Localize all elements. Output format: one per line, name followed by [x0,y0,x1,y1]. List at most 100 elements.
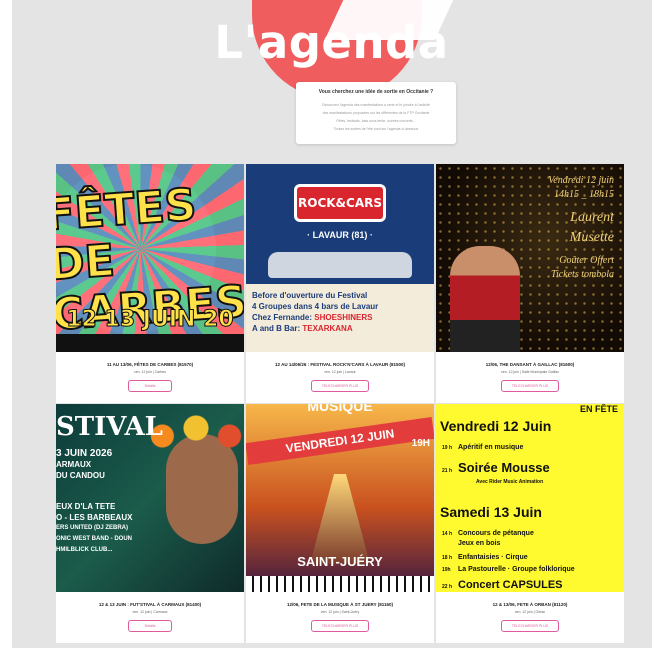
poster-line: DU CANDOU [56,471,105,480]
event-poster[interactable]: EN FÊTE Vendredi 12 Juin 19 h Apéritif en… [436,404,624,592]
event-details-button[interactable]: TELECHARGER PLUS [500,380,560,392]
poster-day: Samedi 13 Juin [440,504,542,520]
event-card[interactable]: Vendredi 12 juin 14h15 _ 18h15 Laurent M… [436,164,624,403]
poster-row: 14 h Concours de pétanque [442,530,534,537]
poster-activity: Enfantaisies · Cirque [458,554,528,561]
poster-line: 4 Groupes dans 4 bars de Lavaur [252,302,379,311]
event-card[interactable]: ROCK&CARS · LAVAUR (81) · Before d'ouver… [246,164,434,403]
poster-location: · LAVAUR (81) · [307,230,373,240]
poster-activity: Concert CAPSULES [458,579,563,591]
event-card[interactable]: EN FÊTE Vendredi 12 Juin 19 h Apéritif en… [436,404,624,643]
event-poster[interactable]: Vendredi 12 juin 14h15 _ 18h15 Laurent M… [436,164,624,352]
poster-bar [56,334,244,352]
rock-cars-logo: ROCK&CARS [294,184,386,222]
poster-line: Vendredi 12 juin [548,175,614,186]
poster-activity: Apéritif en musique [458,444,524,451]
poster-line: 3 JUIN 2026 [56,448,113,459]
poster-time: 14 h [442,531,453,537]
event-meta: ven. 12 juin | Lavaur [324,370,356,374]
poster-row: 18 h Enfantaisies · Cirque [442,554,528,561]
intro-line: Fêtes, festivals, bals sous tente, soiré… [336,119,416,123]
poster-line: A and B Bar: TEXARKANA [252,323,428,334]
poster-date: 12 13 JUIN 20 [66,307,234,333]
poster-row: 19h La Pastourelle · Groupe folklorique [442,566,575,573]
poster-line: STIVAL [56,412,163,442]
intro-box: Vous cherchez une idée de sortie en Occi… [296,82,456,144]
poster-line: ERS UNITED (DJ ZEBRA) [56,525,129,531]
poster-line: EUX D'LA TETE [56,502,116,511]
poster-date-banner: VENDREDI 12 JUIN [246,417,434,465]
event-title[interactable]: 11 au 13/06, FÊTES de CARBES (81570) [56,362,244,367]
poster-body: Before d'ouverture du Festival 4 Groupes… [252,290,428,334]
event-meta: ven. 12 juin | Salle Municipale Gaillac [501,370,559,374]
poster-time: 21 h [442,468,453,474]
poster-time: 18 h [442,555,453,561]
event-title[interactable]: 12 & 13 JUIN : FUT'STIVAL à CARMAUX (814… [56,602,244,607]
poster-top: EN FÊTE [579,404,618,414]
event-caption: 12 & 13 JUIN : FUT'STIVAL à CARMAUX (814… [56,592,244,643]
piano-keys-illustration [246,576,434,592]
event-title[interactable]: 12/06, FETE DE LA MUSIQUE à ST JUERY (81… [246,602,434,607]
poster-line: HMILBLICK CLUB... [56,547,113,553]
band-name: TEXARKANA [302,324,353,333]
street-illustration [310,474,370,564]
event-title[interactable]: 12 & 13/06, FETE à ORBAN (81120) [436,602,624,607]
car-illustration [268,252,412,278]
event-details-button[interactable]: Details [128,380,172,392]
event-details-button[interactable]: TELECHARGER PLUS [310,380,370,392]
event-poster[interactable]: ROCK&CARS · LAVAUR (81) · Before d'ouver… [246,164,434,352]
intro-question: Vous cherchez une idée de sortie en Occi… [318,89,434,95]
event-caption: 12 & 13/06, FETE à ORBAN (81120) ven. 12… [436,592,624,643]
poster-row: 22 h Concert CAPSULES [442,579,563,591]
event-details-button[interactable]: TELECHARGER PLUS [310,620,370,632]
poster-line: ONIC WEST BAND - DOUN [56,536,132,542]
poster-line: Chez Fernande: SHOESHINERS [252,312,428,323]
event-meta: ven. 12 juin | Carmaux [132,610,168,614]
event-details-button[interactable]: TELECHARGER PLUS [500,620,560,632]
intro-line: des manifestations proposées sur les dif… [322,111,430,115]
venue-label: A and B Bar: [252,324,303,333]
poster-line: O - LES BARBEAUX [56,513,133,522]
poster-activity: Concours de pétanque [458,530,534,537]
poster-activity: La Pastourelle · Groupe folklorique [458,566,575,573]
event-card[interactable]: STIVAL 3 JUIN 2026 ARMAUX DU CANDOU EUX … [56,404,244,643]
page-title: L'agenda [214,16,449,69]
intro-line: Découvrez l'agenda des manifestations à … [322,103,430,107]
poster-line: 14h15 _ 18h15 [554,189,614,200]
event-caption: 12/06, FETE DE LA MUSIQUE à ST JUERY (81… [246,592,434,643]
event-poster[interactable]: FÊTES DE CARBES 12 13 JUIN 20 [56,164,244,352]
poster-text: STIVAL 3 JUIN 2026 ARMAUX DU CANDOU EUX … [56,412,176,556]
poster-subtext: Avec Rider Music Animation [476,479,544,485]
poster-line: Before d'ouverture du Festival [252,291,368,300]
event-poster[interactable]: STIVAL 3 JUIN 2026 ARMAUX DU CANDOU EUX … [56,404,244,592]
band-name: SHOESHINERS [314,313,373,322]
event-title[interactable]: 12 au 14/06/26 : Festival ROCK'N'CARS à … [246,362,434,367]
page: L'agenda Vous cherchez une idée de sorti… [0,0,663,648]
venue-label: Chez Fernande: [252,313,315,322]
poster-activity: Soirée Mousse [458,460,550,475]
event-caption: 12/06, THE DANSANT à GAILLAC (81600) ven… [436,352,624,403]
poster-time: 19H [411,438,430,449]
event-meta: ven. 12 juin | Orban [514,610,546,614]
poster-time: 19h [442,567,451,573]
poster-line: Laurent [570,210,614,225]
poster-line: ARMAUX [56,460,92,469]
event-card[interactable]: MUSIQUE VENDREDI 12 JUIN 19H SAINT-JUÉRY… [246,404,434,643]
event-meta: ven. 12 juin | Carbes [133,370,167,374]
poster-row: 19 h Apéritif en musique [442,444,523,451]
event-poster[interactable]: MUSIQUE VENDREDI 12 JUIN 19H SAINT-JUÉRY [246,404,434,592]
poster-headline: MUSIQUE [307,404,373,414]
event-details-button[interactable]: Details [128,620,172,632]
event-card[interactable]: FÊTES DE CARBES 12 13 JUIN 20 11 au 13/0… [56,164,244,403]
accordion-player-illustration [450,246,520,352]
poster-line: Musette [569,230,614,245]
poster-row: 21 h Soirée Mousse [442,460,550,475]
intro-line: Toutes les sorties de l'été sont sur l'a… [333,127,419,131]
poster-time: 22 h [442,584,453,590]
poster-place: SAINT-JUÉRY [297,554,383,569]
event-title[interactable]: 12/06, THE DANSANT à GAILLAC (81600) [436,362,624,367]
poster-time: 19 h [442,445,453,451]
poster-activity: Jeux en bois [458,540,501,547]
event-caption: 12 au 14/06/26 : Festival ROCK'N'CARS à … [246,352,434,403]
poster-day: Vendredi 12 Juin [440,418,552,434]
